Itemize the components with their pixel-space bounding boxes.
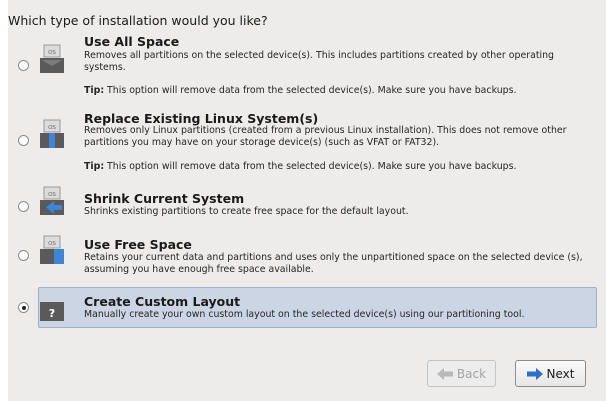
os-badge-text: OS [48, 125, 56, 131]
disk-shrink-icon: OS [40, 186, 64, 215]
radio-use-all-space[interactable] [18, 60, 29, 71]
option-title: Use Free Space [84, 237, 192, 252]
option-tip: Tip: This option will remove data from t… [84, 161, 517, 172]
disk-os-icon: OS [40, 44, 64, 73]
arrow-left-icon [436, 367, 453, 380]
option-title: Replace Existing Linux System(s) [84, 111, 319, 126]
os-badge-text: OS [48, 192, 56, 198]
option-title: Use All Space [84, 34, 180, 49]
option-description: Manually create your own custom layout o… [84, 309, 525, 320]
option-tip: Tip: This option will remove data from t… [84, 85, 517, 96]
next-button[interactable]: Next [515, 360, 586, 387]
radio-shrink-current[interactable] [18, 201, 29, 212]
next-button-label: Next [546, 366, 575, 381]
option-title: Shrink Current System [84, 191, 245, 206]
os-badge-text: OS [48, 241, 56, 247]
option-description: Shrinks existing partitions to create fr… [84, 206, 409, 217]
question-glyph: ? [49, 307, 55, 320]
radio-replace-linux[interactable] [18, 135, 29, 146]
os-badge-text: OS [48, 50, 56, 56]
custom-layout-icon: ? [40, 302, 64, 321]
option-description: Retains your current data and partitions… [84, 252, 583, 275]
back-button-label: Back [456, 366, 487, 381]
option-description: Removes only Linux partitions (created f… [84, 125, 567, 148]
radio-create-custom-layout[interactable] [18, 302, 29, 313]
disk-free-space-icon: OS [40, 235, 64, 264]
back-button[interactable]: Back [427, 360, 496, 387]
arrow-right-icon [526, 367, 543, 380]
option-description: Removes all partitions on the selected d… [84, 50, 554, 73]
option-title: Create Custom Layout [84, 294, 241, 309]
page-question: Which type of installation would you lik… [8, 13, 268, 28]
radio-use-free-space[interactable] [18, 250, 29, 261]
disk-os-linux-icon: OS [40, 119, 64, 148]
